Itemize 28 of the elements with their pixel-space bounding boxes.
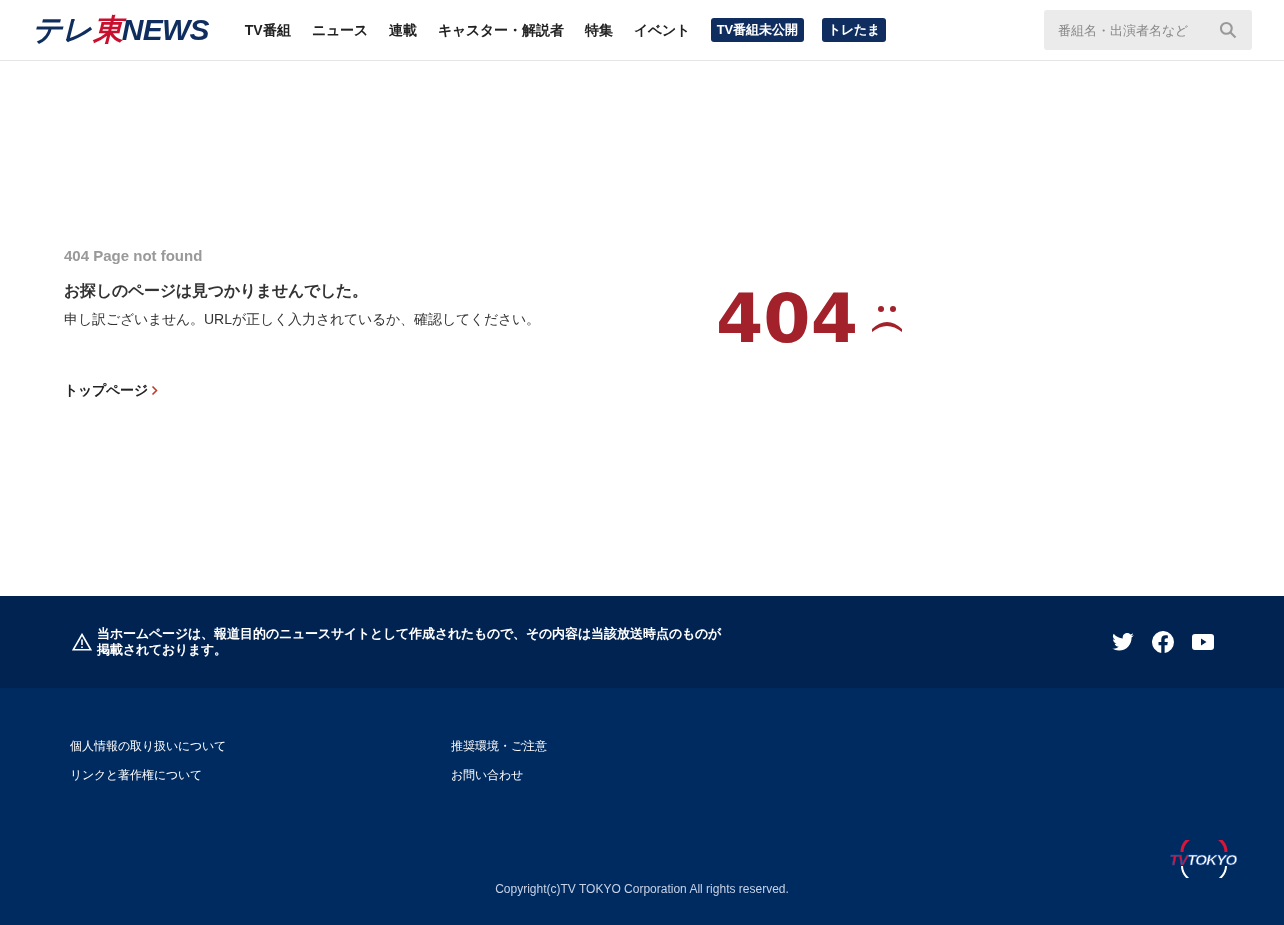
footer-link[interactable]: リンクと著作権について: [70, 767, 451, 784]
nav-link[interactable]: 連載: [388, 19, 417, 41]
facebook-icon[interactable]: [1152, 631, 1174, 653]
nav-link[interactable]: TV番組: [244, 19, 291, 41]
nav-badge-link[interactable]: トレたま: [822, 18, 887, 42]
error-message: 申し訳ございません。URLが正しく入力されているか、確認してください。: [64, 310, 541, 330]
error-label: 404 Page not found: [64, 245, 204, 266]
search-field[interactable]: 番組名・出演者名など: [1044, 10, 1252, 50]
notice-text: 当ホームページは、報道目的のニュースサイトとして作成されたもので、その内容は当該放送時点のものが掲載されております。: [97, 626, 723, 658]
site-logo[interactable]: テレ東NEWS: [32, 15, 209, 45]
nav-link[interactable]: 特集: [584, 19, 613, 41]
bird-icon[interactable]: [1112, 633, 1134, 651]
nav-link[interactable]: キャスター・解説者: [437, 19, 564, 41]
play-icon[interactable]: [1192, 634, 1214, 650]
error-code: 404: [716, 284, 858, 353]
top-page-link[interactable]: トップページ: [64, 380, 158, 402]
sad-face-icon: [869, 304, 904, 333]
nav-badge-link[interactable]: TV番組未公開: [710, 18, 805, 42]
chevron-right-icon: [151, 385, 158, 397]
footer-link[interactable]: 推奨環境・ご注意: [451, 738, 832, 755]
error-heading: お探しのページは見つかりませんでした。: [64, 281, 369, 302]
footer-link[interactable]: お問い合わせ: [451, 767, 832, 784]
copyright-text: Copyright(c)TV TOKYO Corporation All rights reserved.: [494, 881, 790, 898]
brand-logo: TVTOKYO: [1168, 840, 1238, 878]
footer-link[interactable]: 個人情報の取り扱いについて: [70, 738, 451, 755]
nav-link[interactable]: イベント: [633, 19, 690, 41]
warning-icon: [72, 633, 92, 651]
nav-link[interactable]: ニュース: [311, 19, 368, 41]
